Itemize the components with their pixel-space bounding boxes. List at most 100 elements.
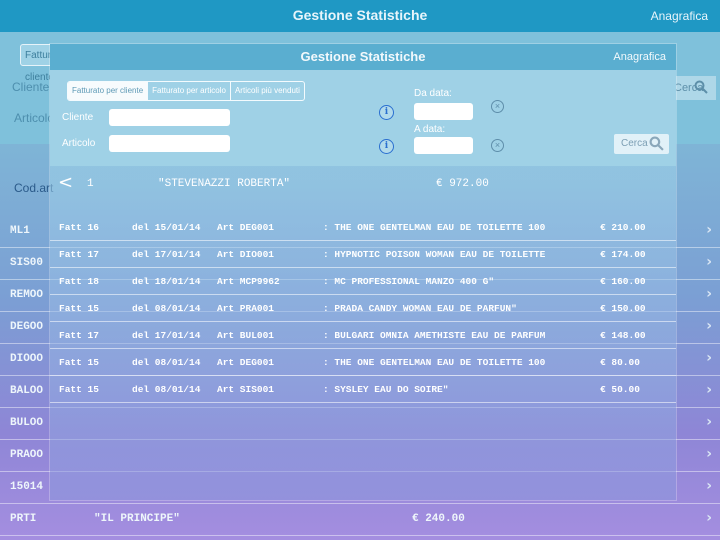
chevron-right-icon: › [706, 382, 712, 398]
invoice-article: Art PRA001 [217, 303, 275, 314]
invoice-row[interactable]: Fatt 15 del 08/01/14 Art DEG001 : THE ON… [50, 349, 676, 376]
chevron-right-icon: › [706, 222, 712, 238]
invoice-article: Art MCP9962 [217, 276, 280, 287]
invoice-description: : MC PROFESSIONAL MANZO 400 G" [323, 276, 495, 287]
row-code: BULOO [10, 417, 44, 429]
search-icon [694, 80, 708, 94]
tab-fatturato-per-cliente[interactable]: Fatturato per cliente [68, 82, 149, 100]
invoice-date: del 15/01/14 [132, 222, 201, 233]
invoice-date: del 08/01/14 [132, 303, 201, 314]
invoice-description: : SYSLEY EAU DO SOIRE" [323, 384, 449, 395]
row-amount: € 240.00 [412, 513, 465, 525]
chevron-right-icon: › [706, 446, 712, 462]
invoice-number: Fatt 15 [59, 384, 99, 395]
invoice-amount: € 160.00 [600, 276, 646, 287]
invoice-description: : BULGARI OMNIA AMETHISTE EAU DE PARFUM [323, 330, 546, 341]
background-header: Gestione Statistiche Anagrafica [0, 0, 720, 32]
search-icon [649, 136, 664, 151]
row-code: DIOOO [10, 353, 44, 365]
invoice-article: Art DEG001 [217, 222, 275, 233]
invoice-date: del 08/01/14 [132, 357, 201, 368]
invoice-row[interactable]: Fatt 18 del 18/01/14 Art MCP9962 : MC PR… [50, 268, 676, 295]
summary-customer: "STEVENAZZI ROBERTA" [158, 178, 291, 190]
info-icon[interactable]: i [379, 105, 394, 120]
invoice-article: Art DIO001 [217, 249, 275, 260]
invoice-row[interactable]: Fatt 16 del 15/01/14 Art DEG001 : THE ON… [50, 214, 676, 241]
invoice-number: Fatt 18 [59, 276, 99, 287]
invoice-article: Art SIS001 [217, 384, 275, 395]
chevron-right-icon: › [706, 414, 712, 430]
invoice-list: Fatt 16 del 15/01/14 Art DEG001 : THE ON… [50, 214, 676, 403]
chevron-right-icon: › [706, 254, 712, 270]
chevron-right-icon: › [706, 510, 712, 526]
article-input[interactable] [109, 135, 230, 152]
customer-input[interactable] [109, 109, 230, 126]
info-icon[interactable]: i [379, 139, 394, 154]
clear-icon[interactable]: × [491, 100, 504, 113]
tab-fatturato-per-articolo[interactable]: Fatturato per articolo [148, 82, 231, 100]
invoice-number: Fatt 15 [59, 357, 99, 368]
to-date-label: A data: [414, 124, 446, 135]
invoice-amount: € 150.00 [600, 303, 646, 314]
page-title: Gestione Statistiche [300, 49, 426, 64]
chevron-right-icon: › [706, 478, 712, 494]
invoice-article: Art DEG001 [217, 357, 275, 368]
invoice-description: : PRADA CANDY WOMAN EAU DE PARFUN" [323, 303, 517, 314]
search-button[interactable]: Cerca [614, 134, 669, 154]
row-code: BALOO [10, 385, 44, 397]
invoice-description: : THE ONE GENTELMAN EAU DE TOILETTE 100 [323, 222, 546, 233]
row-name: "IL PRINCIPE" [94, 513, 180, 525]
tab-articoli-piu-venduti[interactable]: Articoli più venduti [231, 82, 304, 100]
chevron-left-icon[interactable]: < [58, 172, 73, 193]
row-code: ML1 [10, 225, 30, 237]
invoice-amount: € 210.00 [600, 222, 646, 233]
background-code-column-header: Cod.art [14, 181, 54, 195]
invoice-number: Fatt 17 [59, 330, 99, 341]
invoice-number: Fatt 17 [59, 249, 99, 260]
background-article-label: Articolo [14, 111, 55, 125]
to-date-input[interactable] [414, 137, 473, 154]
from-date-input[interactable] [414, 103, 473, 120]
chevron-right-icon: › [706, 318, 712, 334]
report-type-segmented-control: Fatturato per cliente Fatturato per arti… [67, 81, 305, 101]
invoice-description: : HYPNOTIC POISON WOMAN EAU DE TOILETTE [323, 249, 546, 260]
customer-label: Cliente [62, 112, 94, 123]
customer-summary: < 1 "STEVENAZZI ROBERTA" € 972.00 [50, 166, 676, 208]
invoice-date: del 17/01/14 [132, 249, 201, 260]
clear-icon[interactable]: × [491, 139, 504, 152]
chevron-right-icon: › [706, 286, 712, 302]
background-anagrafica-link[interactable]: Anagrafica [651, 9, 708, 23]
invoice-amount: € 148.00 [600, 330, 646, 341]
row-code: PRAOO [10, 449, 44, 461]
invoice-number: Fatt 16 [59, 222, 99, 233]
invoice-amount: € 50.00 [600, 384, 640, 395]
invoice-date: del 17/01/14 [132, 330, 201, 341]
row-code: SIS00 [10, 257, 44, 269]
background-title: Gestione Statistiche [292, 7, 428, 23]
row-code: PRTI [10, 513, 37, 525]
invoice-description: : THE ONE GENTELMAN EAU DE TOILETTE 100 [323, 357, 546, 368]
invoice-row[interactable]: Fatt 17 del 17/01/14 Art DIO001 : HYPNOT… [50, 241, 676, 268]
invoice-row[interactable]: Fatt 15 del 08/01/14 Art SIS001 : SYSLEY… [50, 376, 676, 403]
invoice-amount: € 80.00 [600, 357, 640, 368]
background-customer-label: Cliente [12, 80, 50, 94]
invoice-number: Fatt 15 [59, 303, 99, 314]
article-label: Articolo [62, 138, 96, 149]
search-button-label: Cerca [621, 138, 648, 149]
invoice-row[interactable]: Fatt 15 del 08/01/14 Art PRA001 : PRADA … [50, 295, 676, 322]
invoice-amount: € 174.00 [600, 249, 646, 260]
statistics-modal: Gestione Statistiche Anagrafica Fatturat… [50, 44, 676, 500]
summary-total: € 972.00 [436, 178, 489, 190]
anagrafica-link[interactable]: Anagrafica [613, 51, 666, 63]
chevron-right-icon: › [706, 350, 712, 366]
from-date-label: Da data: [414, 88, 452, 99]
row-code: REMOO [10, 289, 44, 301]
invoice-row[interactable]: Fatt 17 del 17/01/14 Art BUL001 : BULGAR… [50, 322, 676, 349]
row-code: DEGOO [10, 321, 44, 333]
modal-header: Gestione Statistiche Anagrafica [50, 44, 676, 70]
invoice-date: del 08/01/14 [132, 384, 201, 395]
invoice-date: del 18/01/14 [132, 276, 201, 287]
summary-number: 1 [87, 178, 94, 190]
row-code: 15014 [10, 481, 44, 493]
background-list-row[interactable]: PRTI "IL PRINCIPE" € 240.00 › [0, 504, 720, 536]
